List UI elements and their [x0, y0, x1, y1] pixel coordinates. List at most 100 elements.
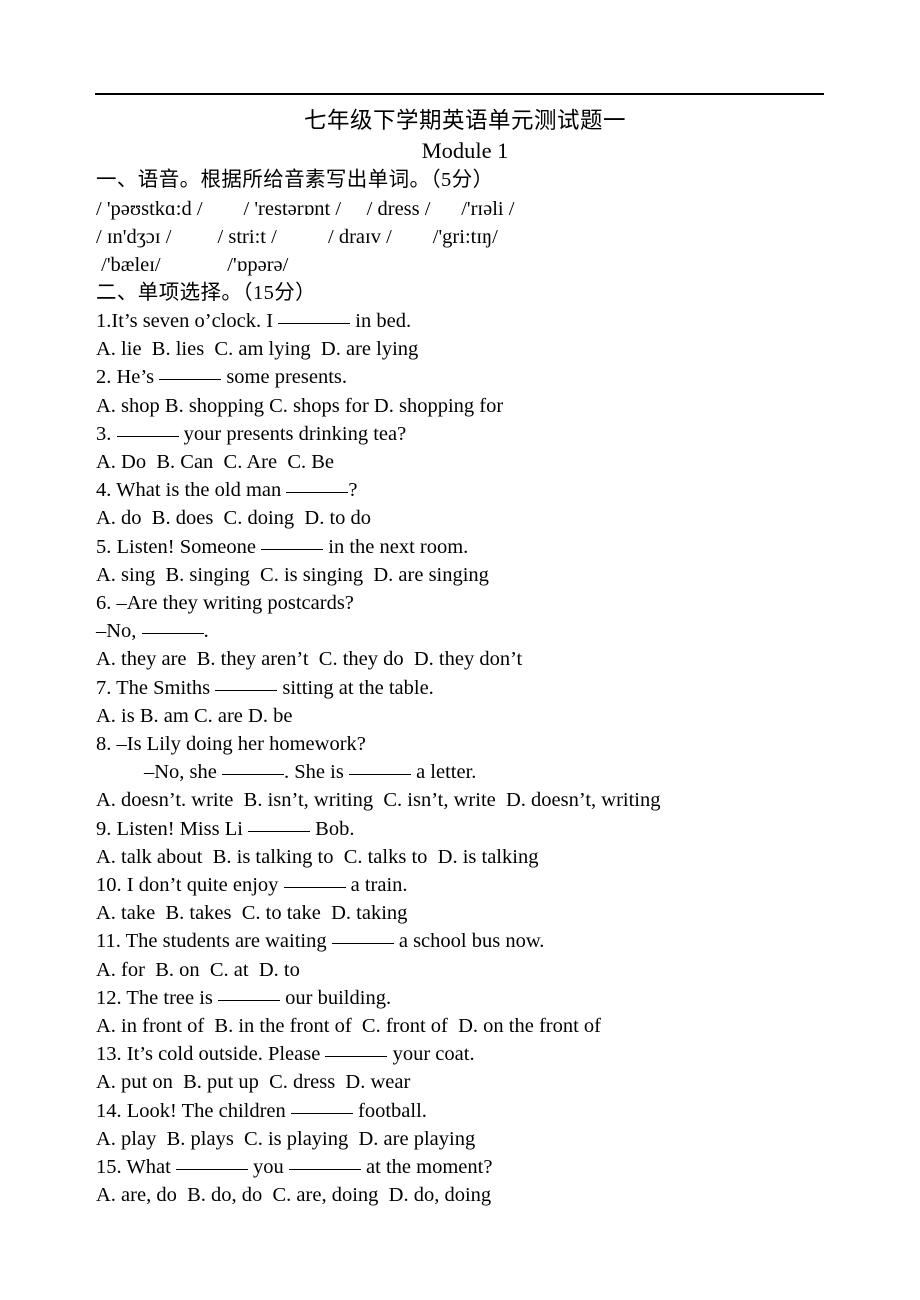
- question-number: 10.: [96, 874, 122, 897]
- question-options[interactable]: A. lie B. lies C. am lying D. are lying: [96, 335, 900, 363]
- answer-blank[interactable]: [175, 1169, 248, 1171]
- question-stem: 1.It’s seven o’clock. I in bed.: [96, 307, 900, 335]
- answer-blank[interactable]: [283, 887, 346, 889]
- question-stem: 2. He’s some presents.: [96, 363, 900, 391]
- reply-text-tail: .: [203, 620, 209, 643]
- question-options[interactable]: A. are, do B. do, do C. are, doing D. do…: [96, 1181, 900, 1209]
- question-stem: 12. The tree is our building.: [96, 984, 900, 1012]
- question-reply: –No, .: [96, 617, 900, 645]
- answer-blank[interactable]: [116, 435, 179, 437]
- answer-blank[interactable]: [325, 1056, 388, 1058]
- reply-text-tail: a letter.: [410, 761, 477, 784]
- answer-blank[interactable]: [278, 323, 351, 324]
- document-content: 七年级下学期英语单元测试题一 Module 1 一、语音。根据所给音素写出单词。…: [0, 106, 920, 1210]
- question-text: It’s seven o’clock. I: [111, 310, 279, 332]
- answer-blank[interactable]: [331, 943, 394, 945]
- answer-blank[interactable]: [159, 379, 222, 381]
- question-stem: 15. What you at the moment?: [96, 1153, 900, 1181]
- question-number: 11.: [96, 930, 121, 953]
- question-text: Listen! Someone: [116, 535, 262, 558]
- question-stem: 3. your presents drinking tea?: [96, 420, 900, 448]
- document-page: 七年级下学期英语单元测试题一 Module 1 一、语音。根据所给音素写出单词。…: [0, 0, 920, 1300]
- section-phonetics-heading: 一、语音。根据所给音素写出单词。（5分）: [96, 169, 494, 191]
- question-stem: 14. Look! The children football.: [96, 1097, 900, 1125]
- answer-blank[interactable]: [222, 774, 285, 776]
- question-number: 5.: [96, 535, 112, 558]
- question-number: 3.: [96, 422, 112, 445]
- question-number: 2.: [96, 366, 112, 389]
- question-stem: 13. It’s cold outside. Please your coat.: [96, 1040, 900, 1068]
- question-text-tail: at the moment?: [360, 1156, 493, 1179]
- question-number: 9.: [96, 817, 112, 840]
- question-stem: 8. –Is Lily doing her homework?: [96, 730, 900, 758]
- question-stem: 10. I don’t quite enjoy a train.: [96, 871, 900, 899]
- question-reply: –No, she . She is a letter.: [96, 758, 900, 786]
- section-phonetics: 一、语音。根据所给音素写出单词。（5分） / 'pəʊstkɑ:d / / 'r…: [0, 166, 920, 279]
- question-text-tail: sitting at the table.: [277, 676, 434, 699]
- question-options[interactable]: A. sing B. singing C. is singing D. are …: [96, 561, 900, 589]
- question-options[interactable]: A. is B. am C. are D. be: [96, 702, 900, 730]
- ipa-line-2: / ɪn'dʒɔɪ / / stri:t / / draɪv / /'gri:t…: [96, 225, 498, 248]
- question-stem: 5. Listen! Someone in the next room.: [96, 533, 900, 561]
- answer-blank[interactable]: [288, 1169, 361, 1171]
- question-stem: 4. What is the old man ?: [96, 476, 900, 504]
- question-options[interactable]: A. take B. takes C. to take D. taking: [96, 899, 900, 927]
- question-number: 13.: [96, 1043, 122, 1066]
- question-text: He’s: [116, 366, 160, 389]
- question-number: 8.: [96, 733, 112, 756]
- question-text-tail: our building.: [280, 986, 392, 1009]
- answer-blank[interactable]: [290, 1112, 353, 1114]
- question-stem: 11. The students are waiting a school bu…: [96, 927, 900, 955]
- answer-blank[interactable]: [215, 689, 278, 691]
- question-text: It’s cold outside. Please: [126, 1043, 326, 1066]
- answer-blank[interactable]: [348, 774, 411, 776]
- page-title: 七年级下学期英语单元测试题一: [303, 108, 626, 133]
- question-options[interactable]: A. put on B. put up C. dress D. wear: [96, 1068, 900, 1096]
- question-options[interactable]: A. for B. on C. at D. to: [96, 956, 900, 984]
- question-number: 7.: [96, 676, 112, 699]
- header-divider: [95, 93, 824, 95]
- question-number: 4.: [96, 479, 112, 502]
- question-text: –Is Lily doing her homework?: [116, 733, 366, 756]
- answer-blank[interactable]: [218, 999, 281, 1001]
- question-text: What: [126, 1156, 176, 1179]
- question-text: The students are waiting: [125, 930, 332, 953]
- question-options[interactable]: A. play B. plays C. is playing D. are pl…: [96, 1125, 900, 1153]
- ipa-line-1: / 'pəʊstkɑ:d / / 'restərɒnt / / dress / …: [96, 197, 515, 220]
- question-text-mid: you: [247, 1156, 289, 1179]
- reply-text: –No,: [96, 620, 142, 643]
- question-text-tail: some presents.: [221, 366, 348, 389]
- question-options[interactable]: A. in front of B. in the front of C. fro…: [96, 1012, 900, 1040]
- question-text-tail: a train.: [345, 874, 408, 897]
- question-text: Look! The children: [126, 1099, 291, 1122]
- question-stem: 7. The Smiths sitting at the table.: [96, 674, 900, 702]
- question-text: What is the old man: [116, 479, 287, 502]
- question-text: The tree is: [126, 986, 219, 1009]
- answer-blank[interactable]: [286, 492, 349, 494]
- module-subtitle: Module 1: [421, 138, 509, 163]
- question-stem: 6. –Are they writing postcards?: [96, 589, 900, 617]
- question-text-tail: a school bus now.: [393, 930, 545, 953]
- question-options[interactable]: A. do B. does C. doing D. to do: [96, 504, 900, 532]
- question-number: 15.: [96, 1156, 122, 1179]
- question-number: 1.: [96, 310, 112, 332]
- question-number: 12.: [96, 986, 122, 1009]
- question-number: 14.: [96, 1099, 122, 1122]
- question-text-tail: Bob.: [310, 817, 355, 840]
- question-text-tail: your presents drinking tea?: [178, 422, 407, 445]
- question-options[interactable]: A. shop B. shopping C. shops for D. shop…: [96, 392, 900, 420]
- question-text-tail: your coat.: [387, 1043, 475, 1066]
- answer-blank[interactable]: [248, 830, 311, 832]
- question-text-tail: in bed.: [350, 310, 412, 332]
- question-options[interactable]: A. doesn’t. write B. isn’t, writing C. i…: [96, 786, 900, 814]
- answer-blank[interactable]: [261, 548, 324, 550]
- question-options[interactable]: A. talk about B. is talking to C. talks …: [96, 843, 900, 871]
- question-text: –Are they writing postcards?: [116, 592, 354, 615]
- answer-blank[interactable]: [141, 633, 204, 635]
- question-options[interactable]: A. they are B. they aren’t C. they do D.…: [96, 645, 900, 673]
- ipa-line-3: /'bæleɪ/ /'ɒpərə/: [96, 253, 289, 276]
- question-text: The Smiths: [116, 676, 216, 699]
- question-text-tail: ?: [348, 479, 358, 502]
- question-options[interactable]: A. Do B. Can C. Are C. Be: [96, 448, 900, 476]
- section-multiple-choice: 二、单项选择。（15分） 1.It’s seven o’clock. I in …: [0, 279, 920, 1210]
